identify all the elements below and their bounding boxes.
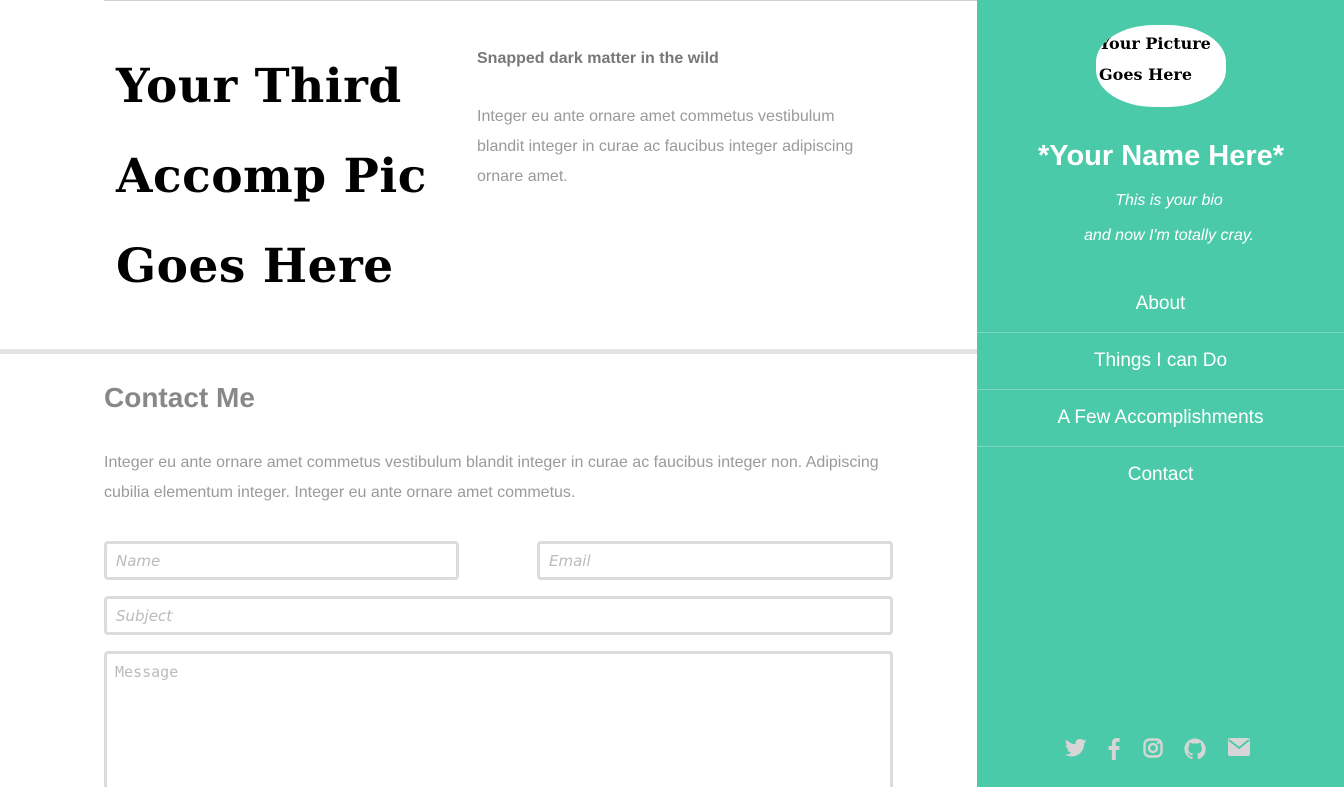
nav-item-things-i-can-do[interactable]: Things I can Do [977,332,1344,389]
avatar-line-1: Your Picture [1099,34,1211,53]
contact-description: Integer eu ante ornare amet commetus ves… [104,454,879,501]
twitter-icon[interactable] [1064,738,1087,763]
nav-item-contact[interactable]: Contact [977,446,1344,503]
picture-line-3: Goes Here [116,239,394,294]
nav-item-about[interactable]: About [977,276,1344,332]
main-content: Your Third Accomp Pic Goes Here Snapped … [0,0,977,787]
accomplishment-description: Integer eu ante ornare amet commetus ves… [477,108,854,185]
picture-line-2: Accomp Pic [116,149,427,204]
top-divider [104,0,977,1]
bio-line-1: This is your bio [1115,192,1223,209]
profile-name: *Your Name Here* [1037,140,1285,172]
nav-item-accomplishments[interactable]: A Few Accomplishments [977,389,1344,446]
subject-field[interactable] [104,596,893,635]
email-field[interactable] [537,541,893,580]
github-icon[interactable] [1184,738,1206,765]
sidebar-nav: About Things I can Do A Few Accomplishme… [977,276,1344,503]
bio-line-2: and now I'm totally cray. [1084,227,1254,244]
instagram-icon[interactable] [1143,738,1163,763]
section-divider [0,349,977,354]
name-field[interactable] [104,541,459,580]
contact-title: Contact Me [104,382,255,413]
accomplishment-picture: Your Third Accomp Pic Goes Here [116,42,446,312]
envelope-icon[interactable] [1228,738,1250,761]
sidebar: Your Picture Goes Here *Your Name Here* … [977,0,1344,787]
avatar-line-2: Goes Here [1099,65,1192,84]
avatar: Your Picture Goes Here [1096,25,1226,107]
facebook-icon[interactable] [1108,738,1120,765]
accomplishment-title: Snapped dark matter in the wild [477,50,719,67]
social-links [1062,738,1262,762]
picture-line-1: Your Third [116,59,402,114]
message-field[interactable] [104,651,893,787]
